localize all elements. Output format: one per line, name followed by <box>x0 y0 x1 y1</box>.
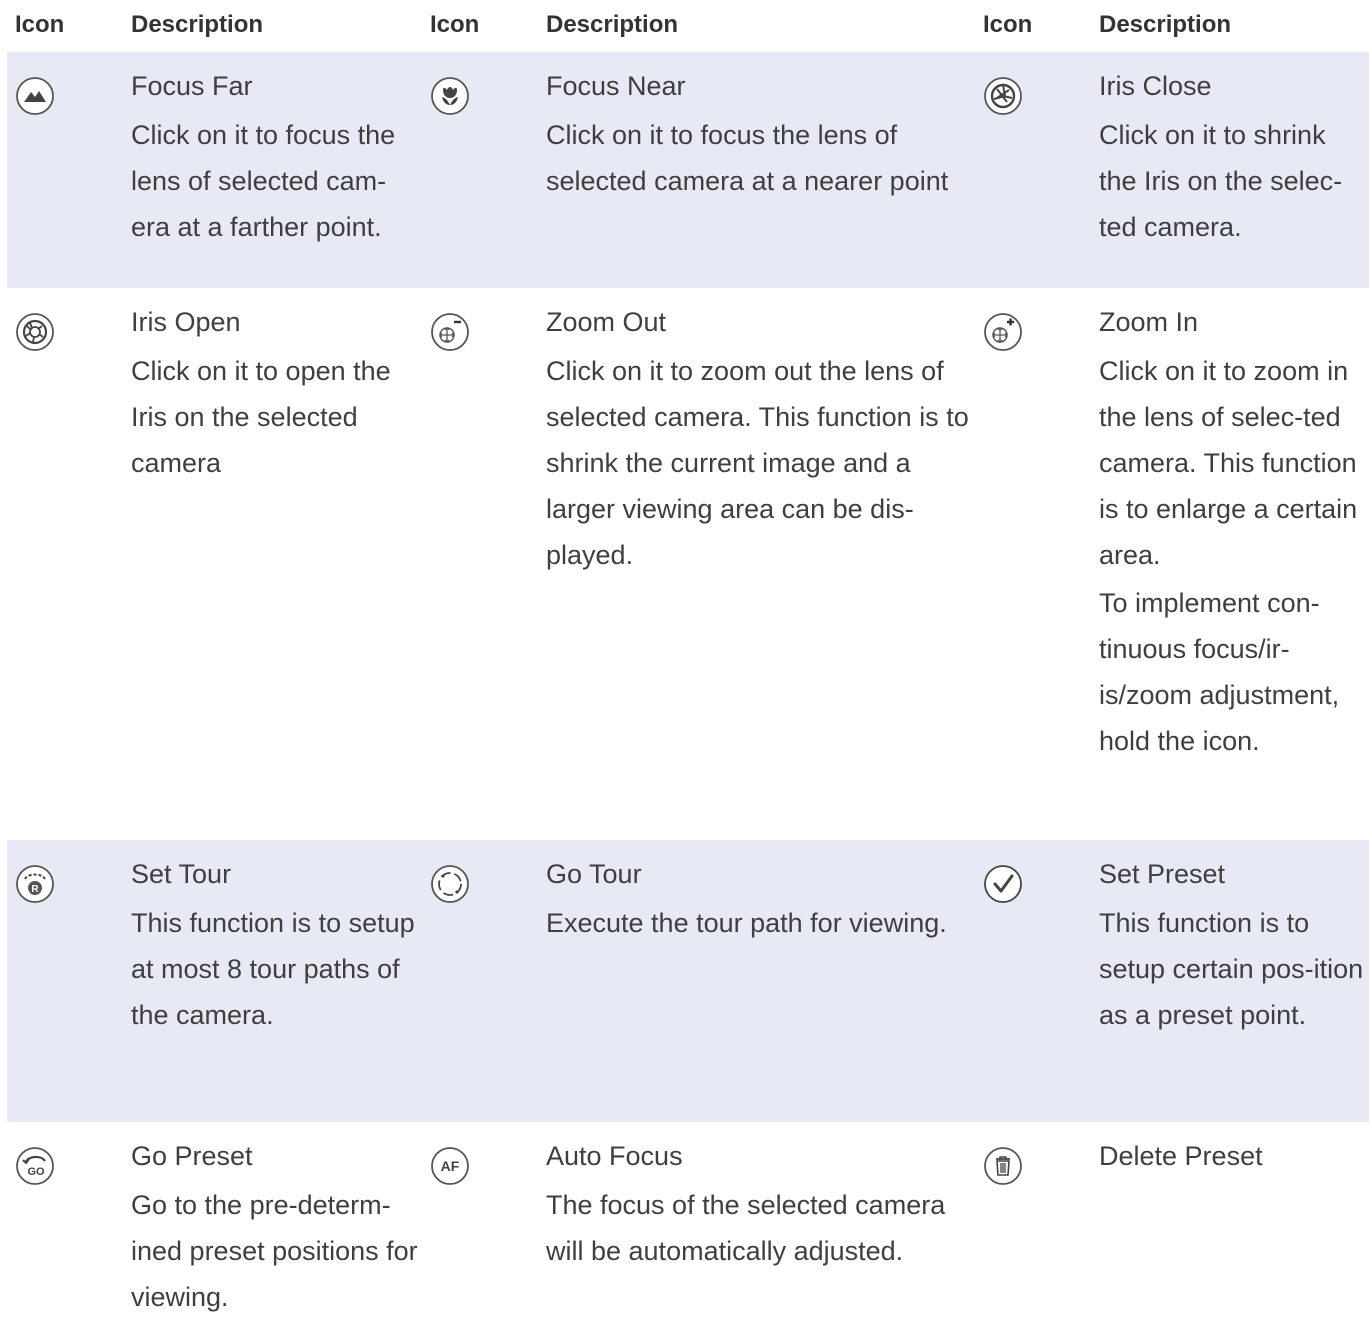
function-name: Focus Far <box>131 71 253 101</box>
function-name: Iris Open <box>131 307 241 337</box>
function-description: Click on it to focus the lens of selecte… <box>546 120 949 196</box>
function-description: Execute the tour path for viewing. <box>546 908 947 938</box>
function-description: The focus of the selected camera will be… <box>546 1190 946 1266</box>
header-description: Description <box>538 0 975 52</box>
delete-preset-icon <box>983 1146 1023 1186</box>
svg-text:AF: AF <box>441 1158 460 1174</box>
table-row: GO Go Preset Go to the pre-determ-ined p… <box>7 1122 1369 1334</box>
auto-focus-icon: AF <box>430 1146 470 1186</box>
table-row: R Set Tour This function is to setup at … <box>7 840 1369 1122</box>
iris-close-icon <box>983 76 1023 116</box>
function-description: Click on it to zoom out the lens of sele… <box>546 356 969 570</box>
function-name: Focus Near <box>546 71 686 101</box>
function-description: This function is to setup at most 8 tour… <box>131 908 415 1030</box>
function-name: Set Tour <box>131 859 232 889</box>
table-row: Iris Open Click on it to open the Iris o… <box>7 288 1369 840</box>
svg-text:R: R <box>31 884 39 895</box>
function-name: Go Tour <box>546 859 642 889</box>
function-description: Go to the pre-determ-ined preset positio… <box>131 1190 418 1312</box>
zoom-out-icon <box>430 312 470 352</box>
header-description: Description <box>123 0 422 52</box>
header-icon: Icon <box>975 0 1091 52</box>
iris-open-icon <box>15 312 55 352</box>
function-name: Iris Close <box>1099 71 1212 101</box>
header-row: Icon Description Icon Description Icon D… <box>7 0 1369 52</box>
function-name: Zoom In <box>1099 307 1199 337</box>
function-description: This function is to setup certain pos-it… <box>1099 908 1364 1030</box>
focus-near-icon <box>430 76 470 116</box>
function-name: Set Preset <box>1099 859 1226 889</box>
function-description: Click on it to open the Iris on the sele… <box>131 356 391 478</box>
function-description: Click on it to shrink the Iris on the se… <box>1099 120 1343 242</box>
zoom-in-icon <box>983 312 1023 352</box>
function-name: Delete Preset <box>1099 1141 1263 1171</box>
header-icon: Icon <box>7 0 123 52</box>
function-name: Go Preset <box>131 1141 253 1171</box>
set-preset-icon <box>983 864 1023 904</box>
header-icon: Icon <box>422 0 538 52</box>
table-row: Focus Far Click on it to focus the lens … <box>7 52 1369 288</box>
function-description: Click on it to zoom in the lens of selec… <box>1099 356 1358 570</box>
focus-far-icon <box>15 76 55 116</box>
function-name: Auto Focus <box>546 1141 683 1171</box>
svg-text:GO: GO <box>27 1166 45 1178</box>
go-preset-icon: GO <box>15 1146 55 1186</box>
header-description: Description <box>1091 0 1369 52</box>
set-tour-icon: R <box>15 864 55 904</box>
function-name: Zoom Out <box>546 307 667 337</box>
icon-reference-table: Icon Description Icon Description Icon D… <box>7 0 1369 1334</box>
go-tour-icon <box>430 864 470 904</box>
function-description-note: To implement con-tinuous focus/ir-is/zoo… <box>1099 588 1340 756</box>
function-description: Click on it to focus the lens of selecte… <box>131 120 396 242</box>
